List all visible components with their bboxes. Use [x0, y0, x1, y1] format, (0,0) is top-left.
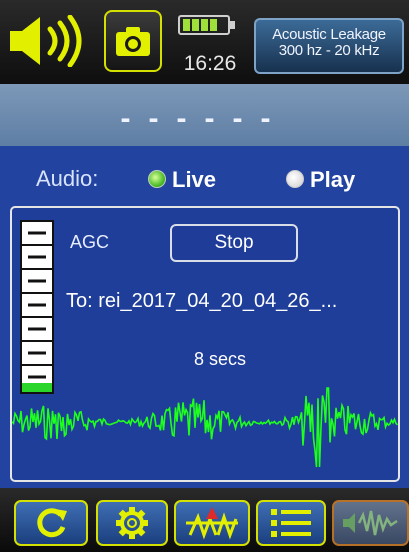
output-file-label: To: rei_2017_04_20_04_26_... [66, 290, 338, 312]
radio-live-label[interactable]: Live [172, 167, 216, 193]
waveform-button[interactable] [332, 500, 409, 546]
mode-range: 300 hz - 20 kHz [278, 42, 380, 59]
spectrum-icon [186, 507, 238, 540]
refresh-icon [37, 508, 67, 538]
radio-live[interactable] [148, 170, 166, 188]
mode-title: Acoustic Leakage [272, 26, 386, 43]
readout-value: ------ [120, 102, 289, 135]
mode-selector[interactable]: Acoustic Leakage 300 hz - 20 kHz [254, 18, 404, 74]
speaker-icon[interactable] [6, 15, 92, 67]
radio-play-label[interactable]: Play [310, 167, 355, 193]
stop-button[interactable]: Stop [170, 224, 298, 262]
audio-label: Audio: [36, 166, 99, 191]
duration-label: 8 secs [193, 349, 247, 369]
agc-label: AGC [70, 232, 110, 252]
list-button[interactable] [256, 500, 326, 546]
audio-waveform [12, 387, 398, 468]
radio-play[interactable] [286, 170, 304, 188]
list-icon [271, 509, 311, 537]
camera-button[interactable] [104, 10, 162, 72]
gear-icon [116, 507, 148, 539]
clock: 16:26 [183, 52, 237, 75]
settings-button[interactable] [96, 500, 168, 546]
camera-icon [116, 27, 150, 56]
refresh-button[interactable] [14, 500, 88, 546]
waveform-icon [342, 510, 398, 536]
spectrum-button[interactable] [174, 500, 250, 546]
battery-icon [178, 15, 235, 35]
